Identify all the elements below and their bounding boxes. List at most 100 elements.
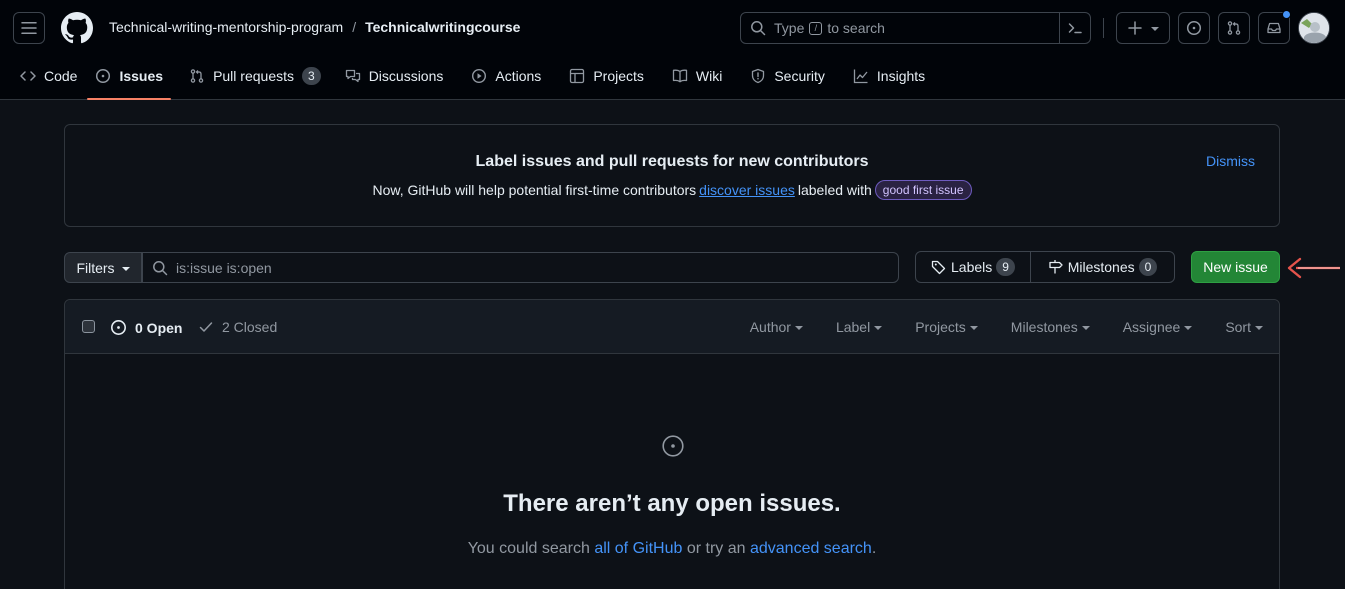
- dismiss-button[interactable]: Dismiss: [1206, 153, 1255, 169]
- issue-opened-icon: [96, 68, 111, 84]
- tab-wiki[interactable]: Wiki: [664, 60, 730, 92]
- tab-label: Discussions: [368, 68, 444, 84]
- header-divider: [1103, 18, 1104, 38]
- graph-icon: [853, 69, 868, 84]
- tab-security[interactable]: Security: [742, 60, 833, 92]
- milestones-filter-dropdown[interactable]: Milestones: [1011, 319, 1090, 335]
- app-header: Technical-writing-mentorship-program / T…: [0, 0, 1345, 100]
- author-filter-dropdown[interactable]: Author: [750, 319, 803, 335]
- issues-list: 0 Open 2 Closed Author Label Projects Mi…: [64, 299, 1280, 589]
- labels-button[interactable]: Labels 9: [916, 252, 1031, 282]
- milestones-label: Milestones: [1067, 259, 1135, 275]
- open-issues-tab[interactable]: 0 Open: [110, 319, 182, 336]
- issue-sort-filters: Author Label Projects Milestones Assigne…: [717, 319, 1263, 335]
- labels-milestones-group: Labels 9 Milestones 0: [915, 251, 1175, 283]
- chevron-down-icon: [794, 326, 803, 330]
- chevron-down-icon: [121, 266, 130, 271]
- avatar-image: [1299, 13, 1329, 43]
- label-filter-dropdown[interactable]: Label: [836, 319, 883, 335]
- sort-label: Milestones: [1010, 319, 1078, 335]
- tab-label: Security: [774, 68, 825, 84]
- tab-label: Code: [44, 68, 78, 84]
- issue-opened-icon: [662, 435, 684, 457]
- open-count: 0 Open: [135, 319, 183, 336]
- tag-icon: [931, 260, 946, 275]
- projects-filter-dropdown[interactable]: Projects: [915, 319, 978, 335]
- sort-label: Assignee: [1122, 319, 1181, 335]
- user-avatar[interactable]: [1298, 12, 1330, 44]
- tab-projects[interactable]: Projects: [561, 60, 652, 92]
- tab-label: Projects: [593, 68, 644, 84]
- breadcrumb-owner-link[interactable]: Technical-writing-mentorship-program: [109, 19, 343, 35]
- sort-label: Sort: [1225, 319, 1251, 335]
- banner-description: Now, GitHub will help potential first-ti…: [65, 180, 1279, 200]
- sort-label: Projects: [915, 319, 966, 335]
- milestones-count-badge: 0: [1138, 258, 1158, 276]
- breadcrumb-repo-link[interactable]: Technicalwritingcourse: [365, 19, 520, 35]
- sort-dropdown[interactable]: Sort: [1225, 319, 1263, 335]
- issue-filter-input[interactable]: [176, 259, 876, 276]
- chevron-down-icon: [1184, 326, 1193, 330]
- comment-discussion-icon: [345, 69, 360, 83]
- tab-code[interactable]: Code: [12, 60, 85, 92]
- tab-issues[interactable]: Issues: [87, 60, 171, 100]
- labels-count-badge: 9: [996, 258, 1015, 276]
- filters-label: Filters: [76, 259, 115, 276]
- command-palette-button[interactable]: [1059, 13, 1090, 43]
- plus-icon: [1128, 21, 1142, 35]
- book-icon: [672, 69, 688, 83]
- discover-issues-link[interactable]: discover issues: [699, 182, 795, 198]
- empty-desc-text-mid: or try an: [686, 540, 746, 557]
- tab-actions[interactable]: Actions: [463, 60, 549, 92]
- your-pull-requests-button[interactable]: [1218, 12, 1250, 44]
- good-first-issue-label[interactable]: good first issue: [874, 180, 972, 200]
- tab-pull-requests[interactable]: Pull requests 3: [181, 60, 329, 92]
- search-shortcut-key: /: [809, 21, 823, 35]
- milestone-icon: [1049, 260, 1063, 274]
- empty-desc-text: You could search: [467, 540, 590, 557]
- git-pull-request-icon: [190, 69, 204, 83]
- select-all-checkbox[interactable]: [82, 320, 95, 333]
- closed-issues-tab[interactable]: 2 Closed: [198, 319, 277, 335]
- banner-desc-text-after: labeled with: [797, 182, 872, 198]
- closed-count: 2 Closed: [222, 319, 278, 335]
- advanced-search-link[interactable]: advanced search: [750, 540, 872, 557]
- tab-label: Pull requests: [213, 68, 294, 84]
- code-icon: [20, 71, 36, 81]
- open-global-navigation-button[interactable]: [13, 12, 45, 44]
- assignee-filter-dropdown[interactable]: Assignee: [1123, 319, 1193, 335]
- banner-desc-text: Now, GitHub will help potential first-ti…: [372, 182, 697, 198]
- all-of-github-link[interactable]: all of GitHub: [594, 540, 682, 557]
- breadcrumb: Technical-writing-mentorship-program / T…: [109, 19, 520, 35]
- three-bars-icon: [21, 22, 37, 34]
- pull-requests-count-badge: 3: [302, 67, 321, 85]
- new-contributors-banner: Label issues and pull requests for new c…: [64, 124, 1280, 227]
- filters-dropdown-button[interactable]: Filters: [64, 252, 142, 283]
- search-placeholder-prefix: Type: [774, 20, 805, 36]
- search-placeholder: Type / to search: [774, 20, 885, 36]
- tab-discussions[interactable]: Discussions: [337, 60, 452, 92]
- chevron-down-icon: [1151, 27, 1159, 31]
- chevron-down-icon: [1255, 326, 1263, 330]
- chevron-down-icon: [1081, 326, 1090, 330]
- create-new-button[interactable]: [1116, 12, 1170, 44]
- tab-label: Actions: [495, 68, 542, 84]
- annotation-arrow-icon: [1287, 257, 1340, 279]
- search-placeholder-suffix: to search: [827, 20, 885, 36]
- unread-notification-dot: [1282, 10, 1291, 19]
- empty-desc-period: .: [871, 540, 877, 557]
- github-logo-icon[interactable]: [61, 12, 93, 44]
- new-issue-button[interactable]: New issue: [1191, 251, 1280, 283]
- issue-opened-icon: [111, 320, 126, 335]
- labels-label: Labels: [951, 259, 993, 275]
- chevron-down-icon: [874, 326, 883, 330]
- issue-filter-search[interactable]: [142, 252, 899, 283]
- your-issues-button[interactable]: [1178, 12, 1210, 44]
- sort-label: Author: [749, 319, 791, 335]
- milestones-button[interactable]: Milestones 0: [1031, 252, 1174, 282]
- inbox-icon: [1267, 22, 1281, 34]
- chevron-down-icon: [969, 326, 978, 330]
- search-icon: [751, 21, 766, 36]
- tab-insights[interactable]: Insights: [845, 60, 933, 92]
- global-search-input[interactable]: Type / to search: [740, 12, 1091, 44]
